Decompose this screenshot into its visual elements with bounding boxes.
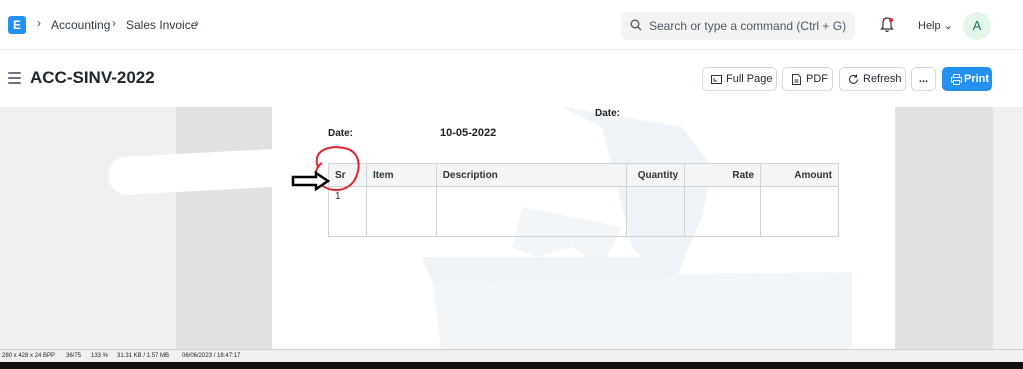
header-quantity: Quantity [626, 163, 686, 187]
header-rate: Rate [684, 163, 762, 187]
search-icon [630, 19, 642, 31]
refresh-label: Refresh [863, 73, 902, 85]
status-size: 31.31 KB / 1.57 MB [117, 353, 170, 359]
preview-margin-left [176, 107, 272, 361]
top-navbar: E › Accounting › Sales Invoice › Search … [0, 0, 1023, 50]
printer-icon [951, 74, 962, 85]
refresh-icon [849, 74, 859, 84]
cell-sr: 1 [328, 186, 367, 237]
expand-icon [711, 75, 722, 84]
print-sheet: Date: Date: 10-05-2022 Sr Item Descripti… [272, 107, 895, 361]
date-value: 10-05-2022 [440, 127, 497, 139]
status-image-info: 280 x 428 x 24 BPP [2, 353, 56, 359]
status-bar: 280 x 428 x 24 BPP 36/75 133 % 31.31 KB … [0, 349, 1023, 362]
date-label-top: Date: [595, 108, 621, 119]
print-label: Print [964, 73, 990, 85]
cell-amount [760, 186, 839, 237]
header-sr: Sr [328, 163, 367, 187]
status-zoom: 133 % [91, 353, 109, 359]
help-label: Help [918, 20, 941, 32]
help-menu[interactable]: Help ⌄ [918, 19, 953, 32]
items-table: Sr Item Description Quantity Rate Amount… [328, 163, 839, 237]
file-icon [792, 74, 801, 85]
search-placeholder: Search or type a command (Ctrl + G) [649, 19, 847, 33]
table-header-row: Sr Item Description Quantity Rate Amount [328, 163, 839, 187]
avatar[interactable]: A [963, 12, 991, 40]
page-title: ACC-SINV-2022 [30, 68, 155, 87]
header-description: Description [435, 163, 628, 187]
full-page-label: Full Page [726, 73, 773, 85]
more-options-button[interactable]: ... [911, 67, 936, 91]
cell-rate [684, 186, 762, 237]
print-button[interactable]: Print [942, 67, 992, 91]
status-index: 36/75 [66, 353, 82, 359]
cell-description [435, 186, 628, 237]
breadcrumb-accounting[interactable]: Accounting [51, 18, 110, 32]
chevron-right-icon: › [37, 16, 41, 30]
bell-icon[interactable] [879, 16, 895, 34]
search-bar[interactable]: Search or type a command (Ctrl + G) [621, 12, 855, 40]
full-page-button[interactable]: Full Page [702, 67, 777, 91]
bottom-strip [0, 362, 1023, 369]
cell-item [365, 186, 437, 237]
page-header: ACC-SINV-2022 Full Page PDF Refresh ... … [0, 50, 1023, 107]
table-row: 1 [328, 186, 839, 237]
breadcrumb-sales-invoice[interactable]: Sales Invoice [126, 18, 197, 32]
header-amount: Amount [760, 163, 839, 187]
chevron-right-icon: › [195, 16, 199, 30]
date-label: Date: [328, 128, 354, 139]
preview-margin-right [895, 107, 993, 361]
status-datetime: 06/06/2023 / 18:47:17 [182, 353, 241, 359]
print-preview[interactable]: Date: Date: 10-05-2022 Sr Item Descripti… [0, 107, 1023, 361]
chevron-right-icon: › [112, 16, 116, 30]
refresh-button[interactable]: Refresh [839, 67, 906, 91]
chevron-down-icon: ⌄ [943, 20, 953, 32]
pdf-button[interactable]: PDF [782, 67, 833, 91]
cell-quantity [626, 186, 686, 237]
menu-icon[interactable] [8, 72, 21, 84]
header-item: Item [365, 163, 437, 187]
pdf-label: PDF [806, 73, 828, 85]
app-logo[interactable]: E [8, 16, 26, 34]
